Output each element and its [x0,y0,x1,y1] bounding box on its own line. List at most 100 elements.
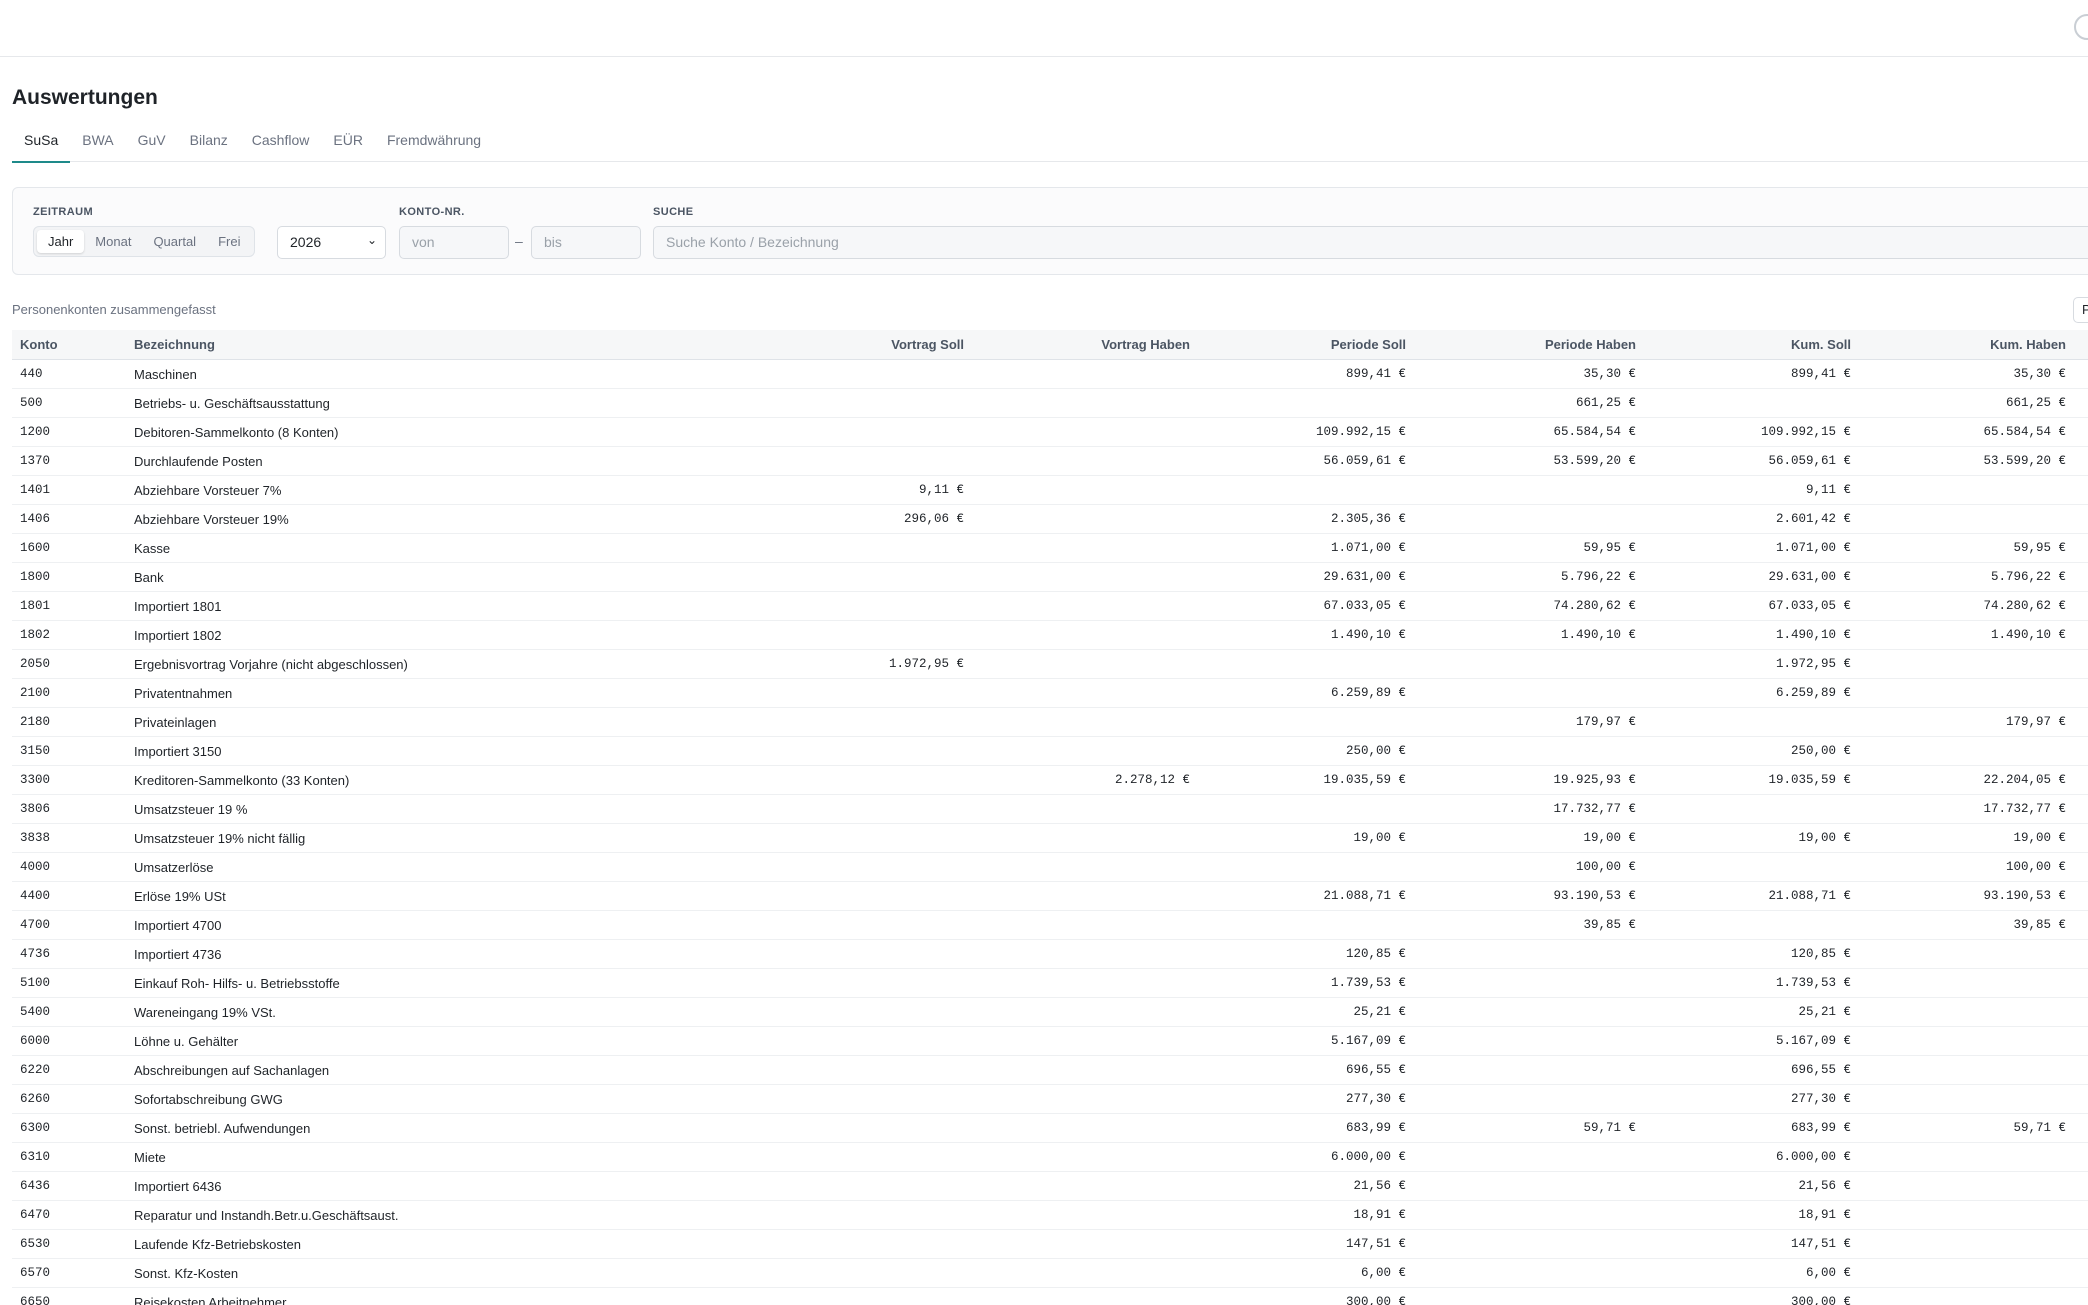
vortrag-soll-cell [646,446,972,476]
table-row[interactable]: 3806 Umsatzsteuer 19 % 17.732,77 € 17.732,7… [12,794,2088,824]
print-button[interactable]: P [2073,297,2088,323]
konto-cell: 3838 [12,823,126,853]
table-row[interactable]: 1801 Importiert 1801 67.033,05 €74.280,62 … [12,591,2088,621]
konto-cell: 440 [12,359,126,389]
konto-cell: 3300 [12,765,126,795]
table-row[interactable]: 5100 Einkauf Roh- Hilfs- u. Betriebsstoff… [12,968,2088,998]
konto-cell: 4400 [12,881,126,911]
kum-soll-cell: 109.992,15 € [1644,417,1859,447]
search-input[interactable]: Suche Konto / Bezeichnung [653,226,2088,259]
column-header-kum-soll[interactable]: Kum. Soll [1644,330,1859,360]
vortrag-haben-cell [972,475,1198,505]
row-spacer [2074,794,2088,824]
konto-cell: 6310 [12,1142,126,1172]
table-row[interactable]: 6310 Miete 6.000,00 € 6.000,00 € [12,1142,2088,1172]
table-row[interactable]: 1401 Abziehbare Vorsteuer 7% 9,11 €9,11 € [12,475,2088,505]
range-dash: – [515,233,523,249]
tab-guv[interactable]: GuV [126,126,178,161]
zeitraum-option-jahr[interactable]: Jahr [37,230,85,253]
tab-bwa[interactable]: BWA [70,126,125,161]
table-row[interactable]: 6530 Laufende Kfz-Betriebskosten 147,51 € 1… [12,1229,2088,1259]
table-row[interactable]: 2050 Ergebnisvortrag Vorjahre (nicht abge… [12,649,2088,679]
table-row[interactable]: 3838 Umsatzsteuer 19% nicht fällig 19,00 €… [12,823,2088,853]
vortrag-haben-cell [972,562,1198,592]
year-select[interactable]: 2026 ⌄ [277,226,386,259]
table-row[interactable]: 6436 Importiert 6436 21,56 € 21,56 € [12,1171,2088,1201]
table-row[interactable]: 1406 Abziehbare Vorsteuer 19% 296,06 € 2.30… [12,504,2088,534]
column-header-periode-haben[interactable]: Periode Haben [1414,330,1644,360]
user-avatar-icon[interactable] [2074,14,2088,40]
column-header-konto[interactable]: Konto [12,330,126,360]
table-row[interactable]: 6300 Sonst. betriebl. Aufwendungen 683,99 … [12,1113,2088,1143]
column-header-vortrag-haben[interactable]: Vortrag Haben [972,330,1198,360]
row-spacer [2074,562,2088,592]
bezeichnung-cell: Abschreibungen auf Sachanlagen [126,1055,646,1085]
periode-soll-cell: 29.631,00 € [1198,562,1414,592]
zeitraum-option-quartal[interactable]: Quartal [142,230,207,253]
page-title: Auswertungen [12,86,158,109]
table-row[interactable]: 4736 Importiert 4736 120,85 € 120,85 € [12,939,2088,969]
konto-cell: 6530 [12,1229,126,1259]
vortrag-haben-cell [972,1113,1198,1143]
table-row[interactable]: 6000 Löhne u. Gehälter 5.167,09 € 5.167,09 … [12,1026,2088,1056]
bezeichnung-cell: Privateinlagen [126,707,646,737]
periode-soll-cell: 899,41 € [1198,359,1414,389]
kum-haben-cell [1859,1142,2074,1172]
table-row[interactable]: 1800 Bank 29.631,00 €5.796,22 €29.631,00 €… [12,562,2088,592]
zeitraum-option-monat[interactable]: Monat [84,230,142,253]
column-header-bezeichnung[interactable]: Bezeichnung [126,330,646,360]
table-row[interactable]: 2100 Privatentnahmen 6.259,89 € 6.259,89 € [12,678,2088,708]
table-row[interactable]: 6220 Abschreibungen auf Sachanlagen 696,55… [12,1055,2088,1085]
vortrag-soll-cell [646,678,972,708]
table-row[interactable]: 6570 Sonst. Kfz-Kosten 6,00 € 6,00 € [12,1258,2088,1288]
table-row[interactable]: 4700 Importiert 4700 39,85 € 39,85 € [12,910,2088,940]
table-row[interactable]: 2180 Privateinlagen 179,97 € 179,97 € [12,707,2088,737]
table-row[interactable]: 5400 Wareneingang 19% VSt. 25,21 € 25,21 € [12,997,2088,1027]
table-row[interactable]: 1802 Importiert 1802 1.490,10 €1.490,10 €1… [12,620,2088,650]
kum-soll-cell: 6.000,00 € [1644,1142,1859,1172]
table-row[interactable]: 1600 Kasse 1.071,00 €59,95 €1.071,00 €59,9… [12,533,2088,563]
periode-haben-cell [1414,997,1644,1027]
konto-from-input[interactable]: von [399,226,509,259]
table-row[interactable]: 3150 Importiert 3150 250,00 € 250,00 € [12,736,2088,766]
table-row[interactable]: 6650 Reisekosten Arbeitnehmer 300,00 € 300,… [12,1287,2088,1305]
konto-label: KONTO-NR. [399,206,465,218]
column-header-vortrag-soll[interactable]: Vortrag Soll [646,330,972,360]
tab-bilanz[interactable]: Bilanz [178,126,240,161]
table-row[interactable]: 6260 Sofortabschreibung GWG 277,30 € 277,30… [12,1084,2088,1114]
bezeichnung-cell: Importiert 4736 [126,939,646,969]
zeitraum-option-frei[interactable]: Frei [207,230,251,253]
table-row[interactable]: 440 Maschinen 899,41 €35,30 €899,41 €35,30… [12,359,2088,389]
kum-soll-cell: 6,00 € [1644,1258,1859,1288]
periode-soll-cell: 19,00 € [1198,823,1414,853]
row-spacer [2074,1142,2088,1172]
konto-to-input[interactable]: bis [531,226,641,259]
year-select-value: 2026 [290,234,322,250]
column-header-kum-haben[interactable]: Kum. Haben [1859,330,2074,360]
kum-soll-cell: 1.490,10 € [1644,620,1859,650]
table-row[interactable]: 6470 Reparatur und Instandh.Betr.u.Geschä… [12,1200,2088,1230]
table-row[interactable]: 3300 Kreditoren-Sammelkonto (33 Konten) 2.… [12,765,2088,795]
periode-haben-cell: 59,71 € [1414,1113,1644,1143]
row-spacer [2074,1113,2088,1143]
bezeichnung-cell: Wareneingang 19% VSt. [126,997,646,1027]
bezeichnung-cell: Reparatur und Instandh.Betr.u.Geschäftsa… [126,1200,646,1230]
periode-soll-cell [1198,475,1414,505]
vortrag-haben-cell [972,1084,1198,1114]
tab-cashflow[interactable]: Cashflow [240,126,322,161]
tab-fremdwährung[interactable]: Fremdwährung [375,126,493,161]
kum-haben-cell: 661,25 € [1859,388,2074,418]
table-row[interactable]: 1370 Durchlaufende Posten 56.059,61 €53.59… [12,446,2088,476]
periode-haben-cell: 93.190,53 € [1414,881,1644,911]
column-header-periode-soll[interactable]: Periode Soll [1198,330,1414,360]
table-row[interactable]: 1200 Debitoren-Sammelkonto (8 Konten) 109.… [12,417,2088,447]
tab-susa[interactable]: SuSa [12,126,71,163]
table-row[interactable]: 4000 Umsatzerlöse 100,00 € 100,00 € [12,852,2088,882]
tab-eür[interactable]: EÜR [321,126,375,161]
table-row[interactable]: 500 Betriebs- u. Geschäftsausstattung 661,… [12,388,2088,418]
periode-soll-cell: 19.035,59 € [1198,765,1414,795]
kum-haben-cell: 17.732,77 € [1859,794,2074,824]
kum-soll-cell [1644,707,1859,737]
kum-soll-cell: 250,00 € [1644,736,1859,766]
table-row[interactable]: 4400 Erlöse 19% USt 21.088,71 €93.190,53 €… [12,881,2088,911]
